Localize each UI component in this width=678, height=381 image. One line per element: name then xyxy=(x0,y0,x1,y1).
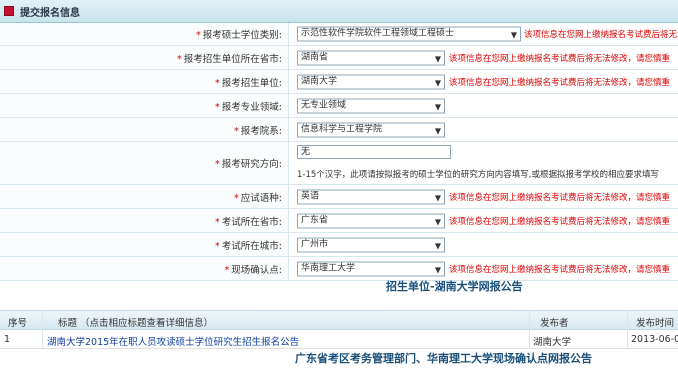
row-department: * 报考院系: 信息科学与工程学院 ▼ xyxy=(0,118,678,142)
table-row: 1 湖南大学2015年在职人员攻读硕士学位研究生招生报名公告 湖南大学 2013… xyxy=(0,330,678,349)
select-degree-type[interactable]: 示范性软件学院软件工程领域工程硕士 ▼ xyxy=(297,26,521,42)
select-unit[interactable]: 湖南大学 ▼ xyxy=(297,74,445,89)
row-major: * 报考专业领域: 无专业领域 ▼ xyxy=(0,94,678,118)
row-exam-city: * 考试所在城市: 广州市 ▼ xyxy=(0,233,678,257)
row-language: * 应试语种: 英语 ▼ 该项信息在您网上缴纳报名考试费后将无法修改，请您慎重 xyxy=(0,185,678,209)
row-exam-province: * 考试所在省市: 广东省 ▼ 该项信息在您网上缴纳报名考试费后将无法修改，请您慎重 xyxy=(0,209,678,233)
warning-confirm-point: 该项信息在您网上缴纳报名考试费后将无法修改，请您慎重 xyxy=(449,264,671,275)
research-input[interactable]: 无 xyxy=(297,145,451,159)
research-hint: 1-15个汉字，此项请按拟报考的硕士学位的研究方向内容填写,或根据拟报考学校的相… xyxy=(297,170,659,180)
label-unit-province: 报考招生单位所在省市: xyxy=(183,53,282,65)
chevron-down-icon: ▼ xyxy=(434,126,441,135)
label-exam-province: 考试所在省市: xyxy=(221,216,282,228)
row-confirm-point: * 现场确认点: 华南理工大学 ▼ 该项信息在您网上缴纳报名考试费后将无法修改，请您… xyxy=(0,257,678,281)
row-no: 1 xyxy=(4,334,11,345)
row-research: * 报考研究方向: 无 1-15个汉字，此项请按拟报考的硕士学位的研究方向内容填写… xyxy=(0,142,678,185)
col-header-publisher: 发布者 xyxy=(540,318,569,329)
chevron-down-icon: ▼ xyxy=(434,193,441,202)
chevron-down-icon: ▼ xyxy=(434,54,441,63)
registration-form: * 报考硕士学位类别: 示范性软件学院软件工程领域工程硕士 ▼ 该项信息在您网上缴纳… xyxy=(0,23,678,281)
warning-language: 该项信息在您网上缴纳报名考试费后将无法修改，请您慎重 xyxy=(449,192,671,203)
select-unit-province[interactable]: 湖南省 ▼ xyxy=(297,50,445,65)
chevron-down-icon: ▼ xyxy=(434,102,441,111)
row-degree-type: * 报考硕士学位类别: 示范性软件学院软件工程领域工程硕士 ▼ 该项信息在您网上缴纳… xyxy=(0,23,678,46)
chevron-down-icon: ▼ xyxy=(510,30,517,40)
label-unit: 报考招生单位: xyxy=(221,77,282,89)
label-department: 报考院系: xyxy=(240,125,282,137)
select-department[interactable]: 信息科学与工程学院 ▼ xyxy=(297,122,445,137)
row-publisher: 湖南大学 xyxy=(533,337,572,348)
panel-header: 提交报名信息 xyxy=(0,0,678,23)
chevron-down-icon: ▼ xyxy=(434,265,441,274)
select-confirm-point[interactable]: 华南理工大学 ▼ xyxy=(297,261,445,276)
warning-exam-province: 该项信息在您网上缴纳报名考试费后将无法修改，请您慎重 xyxy=(449,216,671,227)
panel-header-icon xyxy=(4,6,14,16)
row-unit-province: * 报考招生单位所在省市: 湖南省 ▼ 该项信息在您网上缴纳报名考试费后将无法修改，… xyxy=(0,46,678,70)
chevron-down-icon: ▼ xyxy=(434,78,441,87)
warning-unit: 该项信息在您网上缴纳报名考试费后将无法修改，请您慎重 xyxy=(449,77,671,88)
select-exam-city[interactable]: 广州市 ▼ xyxy=(297,237,445,252)
select-language[interactable]: 英语 ▼ xyxy=(297,189,445,204)
select-major[interactable]: 无专业领域 ▼ xyxy=(297,98,445,113)
col-header-date: 发布时间 xyxy=(636,318,675,329)
label-degree-type: 报考硕士学位类别: xyxy=(202,30,282,41)
row-unit: * 报考招生单位: 湖南大学 ▼ 该项信息在您网上缴纳报名考试费后将无法修改，请您慎… xyxy=(0,70,678,94)
row-date: 2013-06-0 xyxy=(631,334,678,345)
select-exam-province[interactable]: 广东省 ▼ xyxy=(297,213,445,228)
col-header-no: 序号 xyxy=(8,318,28,329)
warning-degree-type: 该项信息在您网上缴纳报名考试费后将无法修改 xyxy=(524,30,678,40)
chevron-down-icon: ▼ xyxy=(434,217,441,226)
panel-title: 提交报名信息 xyxy=(20,8,80,19)
label-confirm-point: 现场确认点: xyxy=(231,264,282,276)
announcement-title-unit: 招生单位-湖南大学网报公告 xyxy=(386,280,523,293)
label-exam-city: 考试所在城市: xyxy=(221,240,282,252)
announcement-link[interactable]: 湖南大学2015年在职人员攻读硕士学位研究生招生报名公告 xyxy=(47,334,299,348)
col-header-title: 标题 （点击相应标题查看详细信息） xyxy=(58,318,214,329)
announcement-title-exam-area: 广东省考区考务管理部门、华南理工大学现场确认点网报公告 xyxy=(295,352,592,365)
warning-unit-province: 该项信息在您网上缴纳报名考试费后将无法修改，请您慎重 xyxy=(449,53,671,64)
label-research: 报考研究方向: xyxy=(221,159,282,170)
label-language: 应试语种: xyxy=(240,192,282,204)
announcement-table-header: 序号 标题 （点击相应标题查看详细信息） 发布者 发布时间 xyxy=(0,310,678,330)
chevron-down-icon: ▼ xyxy=(434,241,441,250)
label-major: 报考专业领域: xyxy=(221,101,282,113)
